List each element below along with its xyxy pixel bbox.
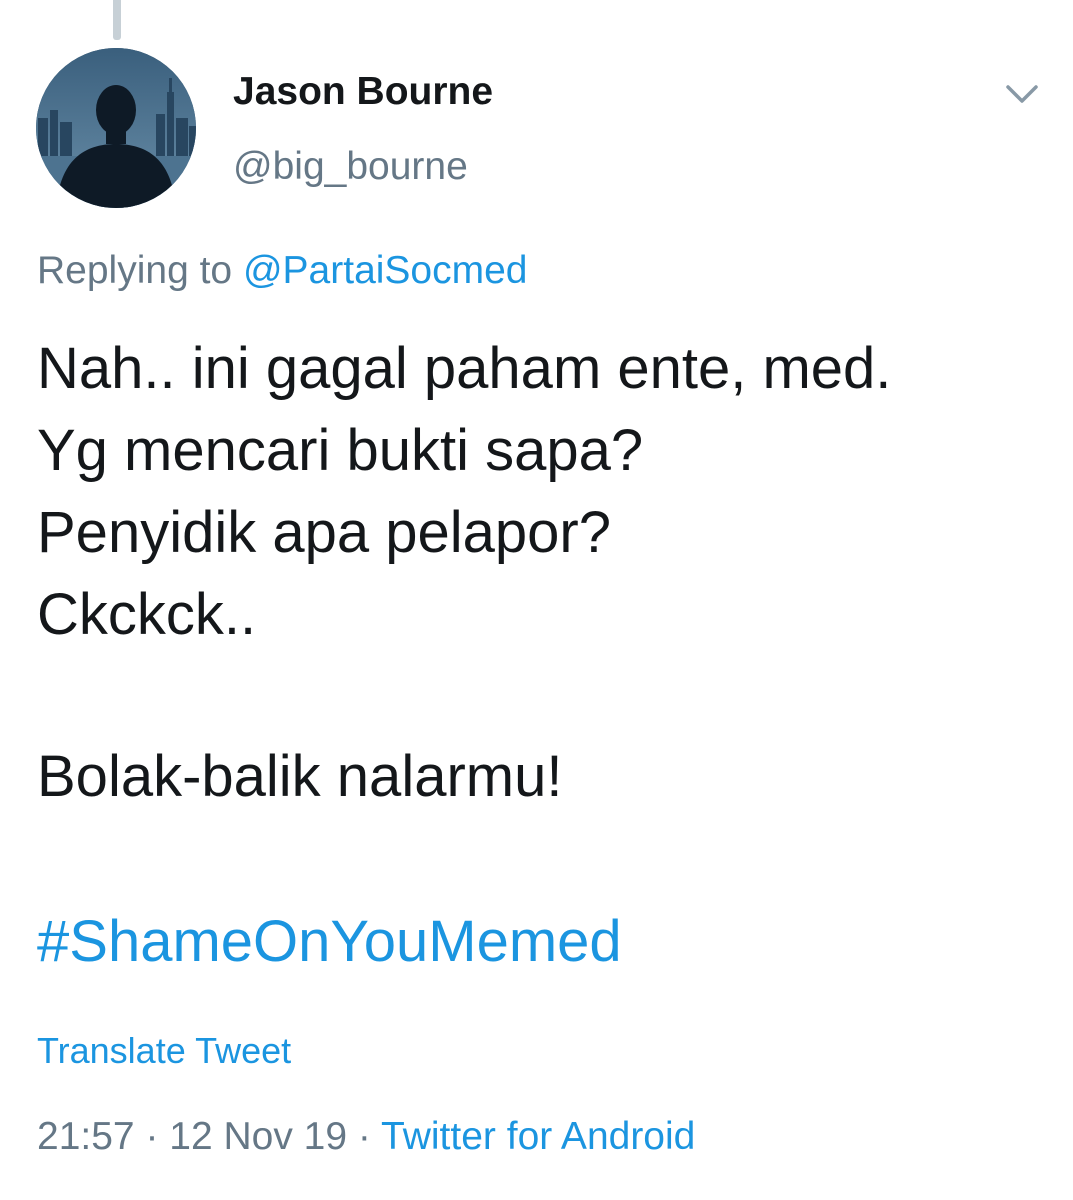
tweet-time: 21:57 — [37, 1115, 135, 1158]
tweet-text-line: Ckckck.. — [37, 582, 257, 647]
tweet-source-link[interactable]: Twitter for Android — [381, 1115, 695, 1158]
tweet-date: 12 Nov 19 — [169, 1115, 348, 1158]
tweet-text-line: Penyidik apa pelapor? — [37, 500, 611, 565]
tweet-text-line: Nah.. ini gagal paham ente, med. — [37, 336, 892, 401]
hashtag-link[interactable]: #ShameOnYouMemed — [37, 901, 622, 983]
meta-separator: · — [134, 1115, 170, 1158]
avatar[interactable] — [36, 48, 196, 208]
replying-to-label: Replying to — [37, 249, 243, 292]
translate-tweet-link[interactable]: Translate Tweet — [37, 1030, 291, 1072]
author-display-name[interactable]: Jason Bourne — [233, 70, 493, 114]
tweet-metadata: 21:57 · 12 Nov 19 · Twitter for Android — [37, 1115, 695, 1159]
reply-mention-link[interactable]: @PartaiSocmed — [243, 249, 528, 292]
tweet-text-line: Yg mencari bukti sapa? — [37, 418, 644, 483]
replying-to-line: Replying to @PartaiSocmed — [37, 249, 528, 293]
thread-connector-line — [113, 0, 121, 40]
author-handle[interactable]: @big_bourne — [233, 145, 468, 189]
avatar-image — [36, 48, 196, 208]
tweet-body: Nah.. ini gagal paham ente, med. Yg menc… — [37, 328, 1037, 818]
tweet-text-line: Bolak-balik nalarmu! — [37, 744, 563, 809]
meta-separator: · — [347, 1115, 382, 1158]
chevron-down-icon[interactable] — [1000, 72, 1044, 116]
